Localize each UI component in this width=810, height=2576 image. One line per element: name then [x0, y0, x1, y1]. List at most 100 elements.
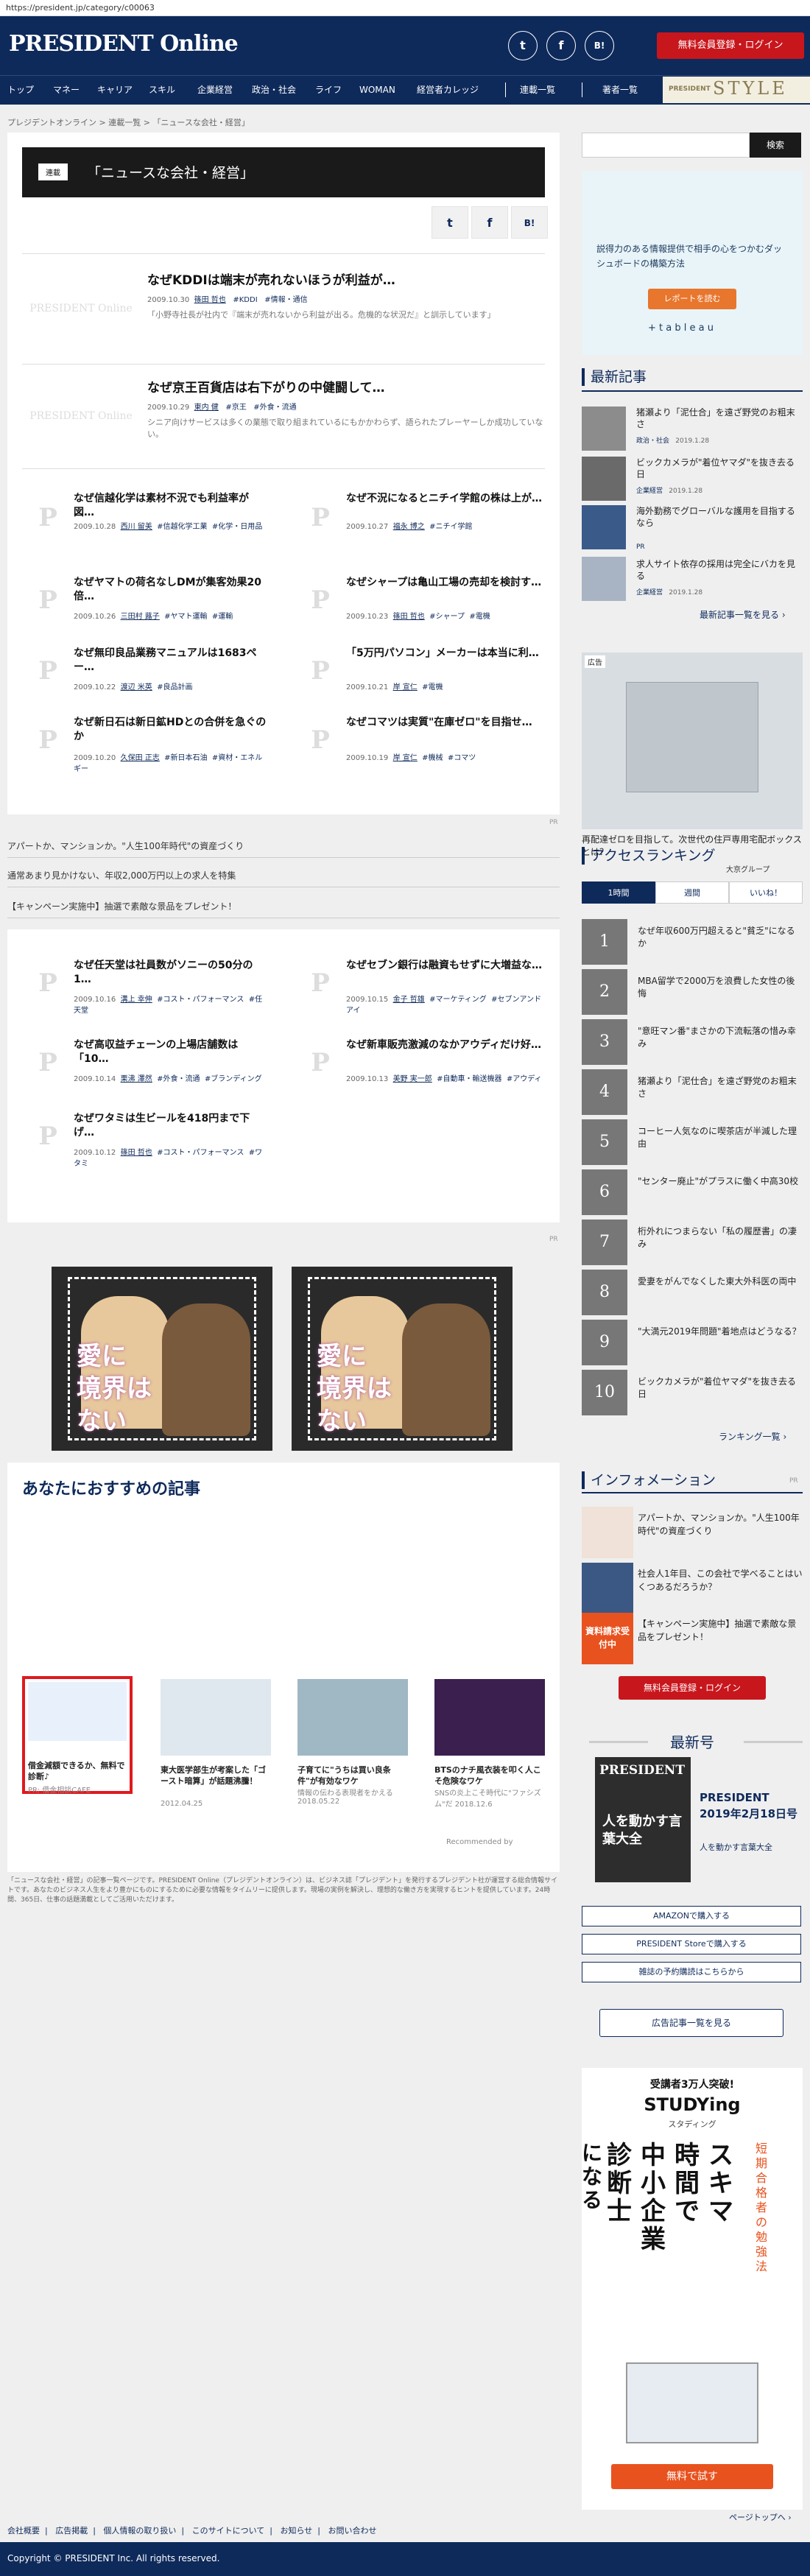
article-title[interactable]: なぜ新車販売激減のなかアウディだけ好… [346, 1038, 545, 1052]
footer-link[interactable]: 広告掲載 [55, 2526, 88, 2535]
article-placeholder-icon[interactable]: P [295, 492, 346, 543]
recommend-image[interactable] [297, 1679, 408, 1756]
info-link[interactable]: アパートか、マンションか。"人生100年時代"の資産づくり [638, 1511, 803, 1538]
ad-cta-button[interactable]: レポートを読む [648, 289, 736, 309]
rank-10[interactable]: 10 [582, 1370, 627, 1415]
rank-title[interactable]: "意旺マン番"まさかの下流転落の惜み幸み [638, 1025, 803, 1050]
rank-1[interactable]: 1 [582, 919, 627, 965]
footer-link[interactable]: 会社概要 [7, 2526, 40, 2535]
article-tag[interactable]: #KDDI [233, 296, 257, 304]
nav-career[interactable]: キャリア [97, 75, 133, 105]
site-logo[interactable]: PRESIDENT Online [9, 31, 239, 57]
rank-title[interactable]: なぜ年収600万円超えると"貧乏"になるか [638, 925, 803, 950]
footer-link[interactable]: お問い合わせ [328, 2526, 376, 2535]
article-title[interactable]: 「5万円パソコン」メーカーは本当に利… [346, 647, 545, 661]
nav-woman[interactable]: WOMAN [359, 75, 395, 105]
article-placeholder-icon[interactable]: P [295, 714, 346, 766]
rank-title[interactable]: "大満元2019年問題"着地点はどうなる？ [638, 1326, 803, 1338]
article-title[interactable]: なぜ高収益チェーンの上場店舗数は「10… [74, 1038, 267, 1066]
rank-title[interactable]: コーヒー人気なのに喫茶店が半減した理由 [638, 1125, 803, 1150]
subscribe-button[interactable]: 雑誌の予約購読はこちらから [582, 1962, 801, 1982]
breadcrumb-series[interactable]: 連載一覧 [108, 118, 141, 127]
rank-5[interactable]: 5 [582, 1119, 627, 1165]
magazine-cover[interactable]: PRESIDENT 人を動かす言葉大全 [595, 1757, 691, 1882]
article-title[interactable]: なぜ無印良品業務マニュアルは1683ペー… [74, 647, 267, 675]
article-author[interactable]: 東内 健 [194, 404, 219, 412]
rank-8[interactable]: 8 [582, 1270, 627, 1315]
rank-title[interactable]: MBA留学で2000万を浪費した女性の後悔 [638, 975, 803, 1000]
recommend-image[interactable] [161, 1679, 271, 1756]
article-placeholder-icon[interactable]: P [22, 1111, 74, 1162]
article-placeholder-icon[interactable]: P [295, 574, 346, 626]
pr-link[interactable]: 通常あまり見かけない、年収2,000万円以上の求人を特集 [7, 869, 560, 881]
recommend-image[interactable] [434, 1679, 545, 1756]
rank-title[interactable]: 猪瀬より「泥仕合」を遠ざ野党のお粗末さ [638, 1075, 803, 1100]
news-title[interactable]: 猪瀬より「泥仕合」を遠ざ野党のお粗末さ [636, 407, 803, 430]
nav-business[interactable]: 企業経営 [197, 75, 233, 105]
article-title[interactable]: なぜセブン銀行は融資もせずに大増益な… [346, 959, 545, 973]
article-thumbnail[interactable]: PRESIDENT Online [22, 383, 140, 449]
info-link[interactable]: 社会人1年目、この会社で学べることはいくつあるだろうか？ [638, 1567, 803, 1594]
share-twitter-icon[interactable]: t [432, 206, 468, 239]
ad-list-button[interactable]: 広告記事一覧を見る [599, 2009, 783, 2037]
facebook-icon[interactable]: f [546, 31, 576, 60]
article-author[interactable]: 篠田 哲也 [194, 296, 226, 304]
footer-link[interactable]: 個人情報の取り扱い [103, 2526, 176, 2535]
rank-title[interactable]: ビックカメラが"着位ヤマダ"を抜き去る日 [638, 1376, 803, 1401]
recommend-image[interactable] [28, 1682, 127, 1741]
rank-title[interactable]: 愛妻をがんでなくした東大外科医の両中 [638, 1275, 803, 1288]
nav-skill[interactable]: スキル [149, 75, 175, 105]
info-image[interactable] [582, 1507, 633, 1558]
ranking-tab-week[interactable]: 週間 [655, 881, 729, 904]
nav-college[interactable]: 経営者カレッジ [417, 75, 479, 105]
article-placeholder-icon[interactable]: P [22, 492, 74, 543]
nav-politics[interactable]: 政治・社会 [252, 75, 296, 105]
register-login-button[interactable]: 無料会員登録・ログイン [657, 32, 804, 59]
nav-top[interactable]: トップ [7, 75, 34, 105]
rank-2[interactable]: 2 [582, 969, 627, 1015]
article-placeholder-icon[interactable]: P [22, 957, 74, 1009]
nav-authors[interactable]: 著者一覧 [602, 75, 638, 105]
article-placeholder-icon[interactable]: P [295, 1037, 346, 1088]
article-placeholder-icon[interactable]: P [295, 645, 346, 697]
rank-title[interactable]: "センター廃止"がプラスに働く中高30校 [638, 1175, 803, 1188]
pr-link[interactable]: 【キャンペーン実施中】抽選で素敵な景品をプレゼント！ [7, 900, 560, 912]
store-button[interactable]: PRESIDENT Storeで購入する [582, 1934, 801, 1954]
article-title[interactable]: なぜ京王百貨店は右下がりの中健闘して… [147, 377, 385, 395]
info-link[interactable]: 【キャンペーン実施中】抽選で素敵な景品をプレゼント！ [638, 1617, 803, 1644]
info-badge[interactable]: 資料請求受付中 [582, 1613, 633, 1664]
info-image[interactable] [582, 1563, 633, 1614]
article-title[interactable]: なぜKDDIは端末が売れないほうが利益が… [147, 270, 395, 288]
studying-ad[interactable]: 受講者3万人突破! STUDYing スタディング スキマ 時間で 中小企業 診… [582, 2068, 803, 2510]
tableau-ad[interactable]: 説得力のある情報提供で相手の心をつかむダッシュボードの構築方法 レポートを読む … [582, 171, 803, 355]
recommend-item-title[interactable]: BTSのナチ風衣装を叩く人こそ危険なワケ [434, 1764, 545, 1787]
article-tag[interactable]: #情報・通信 [264, 296, 307, 304]
pr-link[interactable]: アパートか、マンションか。"人生100年時代"の資産づくり [7, 840, 560, 852]
news-thumbnail[interactable] [582, 505, 626, 549]
news-thumbnail[interactable] [582, 557, 626, 601]
news-thumbnail[interactable] [582, 457, 626, 501]
article-tag[interactable]: #外食・流通 [253, 404, 296, 412]
share-facebook-icon[interactable]: f [471, 206, 508, 239]
studying-cta-button[interactable]: 無料で試す [611, 2464, 773, 2489]
rank-4[interactable]: 4 [582, 1069, 627, 1115]
news-thumbnail[interactable] [582, 407, 626, 451]
article-placeholder-icon[interactable]: P [22, 1037, 74, 1088]
president-style-link[interactable]: PRESIDENT STYLE [663, 77, 810, 103]
latest-more-link[interactable]: 最新記事一覧を見る › [700, 608, 786, 621]
twitter-icon[interactable]: t [508, 31, 538, 60]
rank-title[interactable]: 桁外れにつまらない「私の履歴書」の凄み [638, 1225, 803, 1250]
recommend-item-title[interactable]: 借金減額できるか、無料で診断♪ [28, 1760, 127, 1782]
page-top-link[interactable]: ページトップへ › [729, 2511, 792, 2523]
article-placeholder-icon[interactable]: P [22, 574, 74, 626]
nav-series[interactable]: 連載一覧 [520, 75, 555, 105]
footer-link[interactable]: このサイトについて [192, 2526, 265, 2535]
amazon-button[interactable]: AMAZONで購入する [582, 1906, 801, 1926]
article-title[interactable]: なぜ新日石は新日鉱HDとの合併を急ぐのか [74, 716, 267, 744]
ad-banner[interactable]: 愛に 境界は ない [52, 1267, 272, 1451]
nav-life[interactable]: ライフ [315, 75, 342, 105]
nav-money[interactable]: マネー [53, 75, 80, 105]
article-placeholder-icon[interactable]: P [22, 645, 74, 697]
article-title[interactable]: なぜコマツは実質"在庫ゼロ"を目指せ… [346, 716, 545, 730]
hatena-icon[interactable]: B! [585, 31, 614, 60]
